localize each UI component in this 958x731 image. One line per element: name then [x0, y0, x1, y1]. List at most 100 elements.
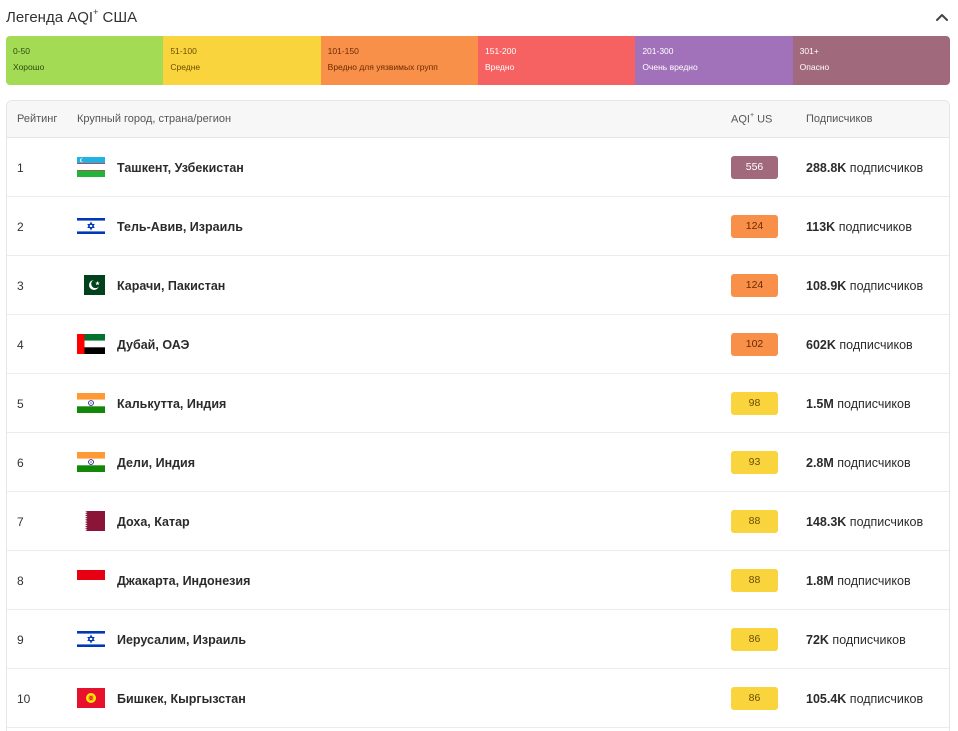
aqi-badge: 88 — [731, 569, 778, 592]
indonesia-flag-icon — [77, 570, 105, 590]
aqi-badge: 124 — [731, 274, 778, 297]
chevron-up-icon[interactable] — [934, 10, 950, 24]
legend-label: Хорошо — [13, 62, 45, 72]
qatar-flag-icon — [77, 511, 105, 531]
header-aqi[interactable]: AQI+ US — [731, 112, 773, 126]
city-link[interactable]: Ташкент, Узбекистан — [117, 161, 244, 175]
header-subscribers[interactable]: Подписчиков — [806, 113, 872, 125]
subscribers-word: подписчиков — [849, 515, 924, 529]
city-link[interactable]: Тель-Авив, Израиль — [117, 220, 243, 234]
subscribers-word: подписчиков — [837, 456, 911, 470]
table-row[interactable]: 10 Бишкек, Кыргызстан 86 105.4K подписчиков — [7, 669, 949, 728]
subscribers-cell: 72K подписчиков — [806, 633, 906, 647]
subscribers-count: 108.9K — [806, 279, 847, 293]
header-rank[interactable]: Рейтинг — [17, 113, 57, 125]
subscribers-word: подписчиков — [849, 161, 924, 175]
subscribers-count: 72K — [806, 633, 829, 647]
subscribers-cell: 105.4K подписчиков — [806, 692, 923, 706]
legend-title-suffix: США — [98, 9, 138, 26]
subscribers-cell: 113K подписчиков — [806, 220, 912, 234]
subscribers-count: 105.4K — [806, 692, 847, 706]
city-link[interactable]: Карачи, Пакистан — [117, 279, 225, 293]
rank-cell: 7 — [17, 515, 24, 529]
subscribers-cell: 148.3K подписчиков — [806, 515, 923, 529]
subscribers-word: подписчиков — [849, 692, 924, 706]
kyrgyzstan-flag-icon — [77, 688, 105, 708]
legend-range: 51-100 — [170, 46, 197, 56]
aqi-badge: 124 — [731, 215, 778, 238]
header-aqi-suffix: US — [754, 113, 773, 126]
table-row[interactable]: 2 Тель-Авив, Израиль 124 113K подписчиков — [7, 197, 949, 256]
aqi-badge: 93 — [731, 451, 778, 474]
rank-cell: 1 — [17, 161, 24, 175]
legend-label: Вредно для уязвимых групп — [327, 62, 438, 72]
subscribers-count: 1.8M — [806, 574, 834, 588]
city-ranking-table: Рейтинг Крупный город, страна/регион AQI… — [6, 100, 950, 731]
legend-label: Очень вредно — [642, 62, 698, 72]
subscribers-word: подписчиков — [837, 397, 911, 411]
india-flag-icon — [77, 452, 105, 472]
city-link[interactable]: Дели, Индия — [117, 456, 195, 470]
subscribers-cell: 288.8K подписчиков — [806, 161, 923, 175]
legend-segment: 51-100 Средне — [163, 36, 321, 85]
table-row[interactable]: 7 Доха, Катар 88 148.3K подписчиков — [7, 492, 949, 551]
legend-segment: 0-50 Хорошо — [6, 36, 164, 85]
rank-cell: 3 — [17, 279, 24, 293]
legend-range: 151-200 — [484, 46, 517, 56]
subscribers-count: 288.8K — [806, 161, 847, 175]
header-aqi-sup: + — [749, 112, 755, 119]
subscribers-cell: 1.8M подписчиков — [806, 574, 911, 588]
table-row[interactable]: 6 Дели, Индия 93 2.8M подписчиков — [7, 433, 949, 492]
legend-header: Легенда AQI+ США — [6, 0, 952, 36]
aqi-badge: 88 — [731, 510, 778, 533]
legend-segment: 301+ Опасно — [792, 36, 950, 85]
subscribers-cell: 1.5M подписчиков — [806, 397, 911, 411]
legend-range: 0-50 — [13, 46, 31, 56]
israel-flag-icon — [77, 629, 105, 649]
header-city[interactable]: Крупный город, страна/регион — [77, 113, 231, 125]
legend-label: Средне — [170, 62, 201, 72]
city-link[interactable]: Джакарта, Индонезия — [117, 574, 250, 588]
rank-cell: 6 — [17, 456, 24, 470]
aqi-badge: 98 — [731, 392, 778, 415]
subscribers-cell: 2.8M подписчиков — [806, 456, 911, 470]
legend-range: 301+ — [799, 46, 819, 56]
subscribers-cell: 602K подписчиков — [806, 338, 913, 352]
subscribers-count: 148.3K — [806, 515, 847, 529]
rank-cell: 9 — [17, 633, 24, 647]
legend-title: Легенда AQI+ США — [6, 7, 138, 26]
aqi-badge: 556 — [731, 156, 778, 179]
subscribers-word: подписчиков — [832, 633, 906, 647]
city-link[interactable]: Дубай, ОАЭ — [117, 338, 189, 352]
legend-title-text: Легенда AQI — [6, 9, 94, 26]
table-row[interactable]: 3 Карачи, Пакистан 124 108.9K подписчиков — [7, 256, 949, 315]
subscribers-cell: 108.9K подписчиков — [806, 279, 923, 293]
rank-cell: 4 — [17, 338, 24, 352]
subscribers-word: подписчиков — [837, 574, 911, 588]
table-row[interactable]: 1 Ташкент, Узбекистан 556 288.8K подписчико… — [7, 138, 949, 197]
subscribers-count: 1.5M — [806, 397, 834, 411]
rank-cell: 8 — [17, 574, 24, 588]
table-row[interactable]: 8 Джакарта, Индонезия 88 1.8M подписчиков — [7, 551, 949, 610]
table-row[interactable]: 4 Дубай, ОАЭ 102 602K подписчиков — [7, 315, 949, 374]
israel-flag-icon — [77, 216, 105, 236]
city-link[interactable]: Бишкек, Кыргызстан — [117, 692, 246, 706]
city-link[interactable]: Иерусалим, Израиль — [117, 633, 246, 647]
table-row[interactable]: 5 Калькутта, Индия 98 1.5M подписчиков — [7, 374, 949, 433]
india-flag-icon — [77, 393, 105, 413]
legend-segment: 201-300 Очень вредно — [635, 36, 793, 85]
aqi-badge: 86 — [731, 628, 778, 651]
legend-segment: 151-200 Вредно — [477, 36, 636, 85]
table-row[interactable]: 9 Иерусалим, Израиль 86 72K подписчиков — [7, 610, 949, 669]
legend-label: Вредно — [484, 62, 515, 72]
legend-segment: 101-150 Вредно для уязвимых групп — [320, 36, 478, 85]
city-link[interactable]: Калькутта, Индия — [117, 397, 226, 411]
rank-cell: 5 — [17, 397, 24, 411]
city-link[interactable]: Доха, Катар — [117, 515, 190, 529]
subscribers-count: 113K — [806, 220, 836, 234]
subscribers-count: 602K — [806, 338, 836, 352]
aqi-badge: 102 — [731, 333, 778, 356]
legend-range: 101-150 — [327, 46, 359, 56]
table-header: Рейтинг Крупный город, страна/регион AQI… — [7, 101, 949, 138]
subscribers-word: подписчиков — [838, 220, 912, 234]
